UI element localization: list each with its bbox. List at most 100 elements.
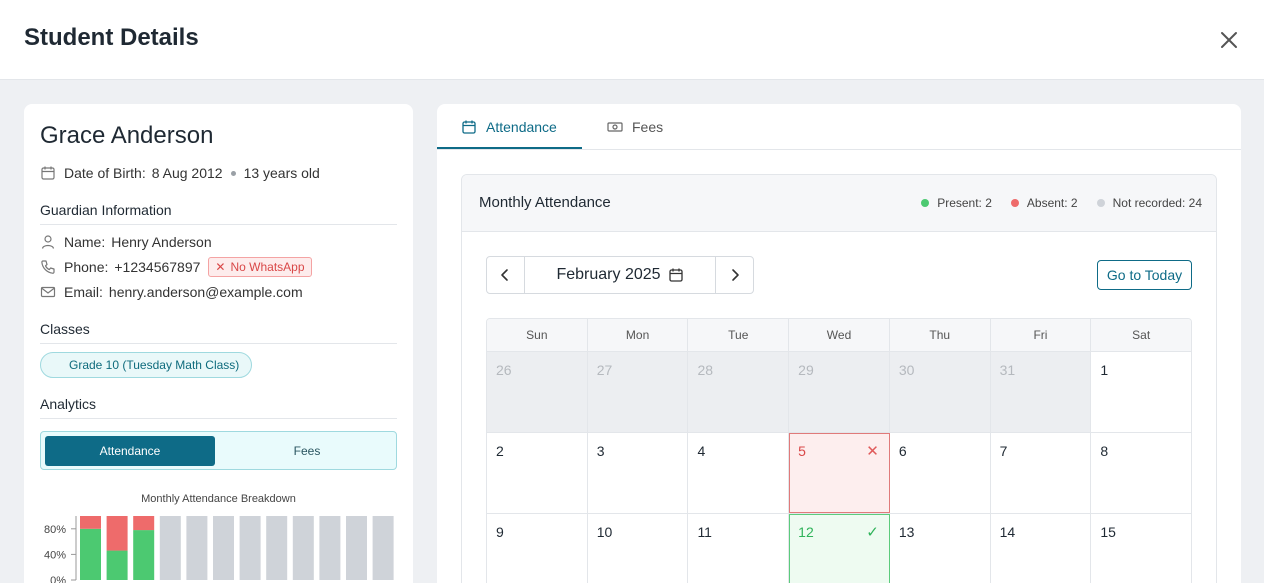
bar-segment-not-recorded[interactable]: [346, 516, 367, 580]
day-number: 6: [898, 443, 907, 459]
calendar-day[interactable]: 14: [990, 514, 1092, 583]
guardian-email-value: henry.anderson@example.com: [108, 284, 303, 300]
age-value: 13 years old: [243, 165, 320, 181]
calendar-week: 9 10 11 12 ✓ 13 14 15: [487, 514, 1191, 583]
bar-segment-not-recorded[interactable]: [372, 516, 394, 580]
go-to-today-button[interactable]: Go to Today: [1097, 260, 1192, 290]
guardian-phone-value: +1234567897: [114, 259, 201, 275]
guardian-name-label: Name:: [64, 234, 106, 250]
calendar-day[interactable]: 27: [587, 352, 689, 432]
day-number: 26: [496, 362, 512, 378]
class-chip[interactable]: Grade 10 (Tuesday Math Class): [40, 352, 253, 378]
y-tick-label: 40%: [44, 549, 66, 561]
no-whatsapp-label: No WhatsApp: [230, 260, 305, 274]
bar-segment-absent[interactable]: [133, 516, 155, 531]
calendar-day[interactable]: 28: [688, 352, 790, 432]
previous-month-button[interactable]: [487, 257, 524, 293]
calendar-day[interactable]: 3: [587, 433, 689, 513]
calendar-icon: [461, 119, 477, 135]
calendar-day[interactable]: 7: [990, 433, 1092, 513]
absent-dot: [1010, 199, 1019, 207]
day-number: 7: [999, 443, 1008, 459]
calendar-day[interactable]: 26: [487, 352, 588, 432]
calendar-day[interactable]: 6: [889, 433, 991, 513]
separator-dot: [230, 170, 236, 176]
chevron-left-icon: [501, 269, 509, 281]
calendar-day[interactable]: 29: [789, 352, 890, 432]
dob-row: Date of Birth: 8 Aug 2012 13 years old: [40, 165, 320, 181]
toggle-attendance[interactable]: Attendance: [45, 436, 215, 466]
weekday-label: Sat: [1132, 328, 1151, 342]
user-icon: [40, 234, 56, 250]
calendar-day[interactable]: 1: [1091, 352, 1191, 432]
chevron-right-icon: [731, 269, 739, 281]
month-picker[interactable]: February 2025: [523, 257, 717, 293]
next-month-button[interactable]: [716, 257, 753, 293]
legend-present: Present: 2: [921, 196, 992, 210]
guardian-email-label: Email:: [64, 284, 103, 300]
guardian-phone-label: Phone:: [64, 259, 109, 275]
bar-segment-not-recorded[interactable]: [159, 516, 181, 580]
bar-segment-present[interactable]: [133, 530, 155, 580]
calendar-day[interactable]: 11: [688, 514, 790, 583]
toggle-fees[interactable]: Fees: [222, 436, 392, 466]
tab-attendance-label: Attendance: [486, 119, 557, 135]
calendar-day[interactable]: 31: [990, 352, 1092, 432]
bar-segment-not-recorded[interactable]: [266, 516, 288, 580]
modal-header: Student Details: [0, 0, 1264, 80]
tab-fees-label: Fees: [632, 119, 664, 135]
guardian-name-value: Henry Anderson: [111, 234, 212, 250]
attendance-calendar: Sun Mon Tue Wed Thu Fri Sat 26 27 28 29 30 31 1 2 3 4 5 ✕…: [486, 318, 1192, 583]
calendar-day[interactable]: 4: [688, 433, 790, 513]
phone-icon: [40, 259, 56, 275]
x-icon: ✕: [215, 260, 226, 274]
chart-title: Monthly Attendance Breakdown: [141, 493, 296, 505]
calendar-day[interactable]: 8: [1091, 433, 1191, 513]
legend-absent-label: Absent: 2: [1026, 196, 1078, 210]
bar-segment-not-recorded[interactable]: [239, 516, 261, 580]
dob-value: 8 Aug 2012: [151, 165, 223, 181]
bar-segment-not-recorded[interactable]: [213, 516, 234, 580]
attendance-panel-title: Monthly Attendance: [479, 194, 611, 211]
not-recorded-dot: [1096, 199, 1105, 207]
month-label: February 2025: [556, 266, 661, 283]
close-icon[interactable]: [1216, 27, 1242, 53]
day-number: 13: [898, 524, 915, 540]
calendar-week: 2 3 4 5 ✕ 6 7 8: [487, 433, 1191, 514]
day-number: 11: [697, 524, 712, 540]
day-number: 8: [1100, 443, 1109, 459]
calendar-icon: [668, 267, 684, 283]
weekday-label: Tue: [688, 319, 790, 351]
bar-segment-not-recorded[interactable]: [319, 516, 341, 580]
analytics-section-title: Analytics: [40, 396, 397, 419]
calendar-day[interactable]: 15: [1091, 514, 1191, 583]
calendar-day[interactable]: 13: [889, 514, 991, 583]
day-number: 31: [999, 362, 1016, 378]
calendar-day[interactable]: 2: [487, 433, 588, 513]
weekday-label: Thu: [890, 319, 991, 351]
weekday-label: Mon: [588, 319, 689, 351]
calendar-day[interactable]: 30: [889, 352, 991, 432]
legend-absent: Absent: 2: [1010, 196, 1078, 210]
day-number: 14: [999, 524, 1016, 540]
tab-bar: Attendance Fees: [437, 104, 1241, 150]
bar-segment-not-recorded[interactable]: [186, 516, 208, 580]
bar-segment-absent[interactable]: [106, 516, 128, 551]
bar-segment-not-recorded[interactable]: [292, 516, 314, 580]
legend-not-recorded: Not recorded: 24: [1096, 196, 1202, 210]
bar-segment-present[interactable]: [106, 550, 128, 580]
calendar-week: 26 27 28 29 30 31 1: [487, 352, 1191, 433]
day-number: 1: [1100, 362, 1109, 378]
day-number: 30: [898, 362, 915, 378]
weekday-label: Fri: [991, 319, 1092, 351]
attendance-breakdown-chart: 80% 40% 0%: [44, 516, 394, 583]
tab-fees[interactable]: Fees: [607, 104, 663, 150]
calendar-day[interactable]: 12 ✓: [789, 514, 890, 583]
bar-segment-absent[interactable]: [80, 516, 101, 529]
calendar-day[interactable]: 5 ✕: [789, 433, 890, 513]
day-number: 15: [1100, 524, 1116, 540]
tab-attendance[interactable]: Attendance: [461, 104, 557, 150]
bar-segment-present[interactable]: [80, 528, 101, 580]
calendar-day[interactable]: 10: [587, 514, 689, 583]
calendar-day[interactable]: 9: [487, 514, 588, 583]
